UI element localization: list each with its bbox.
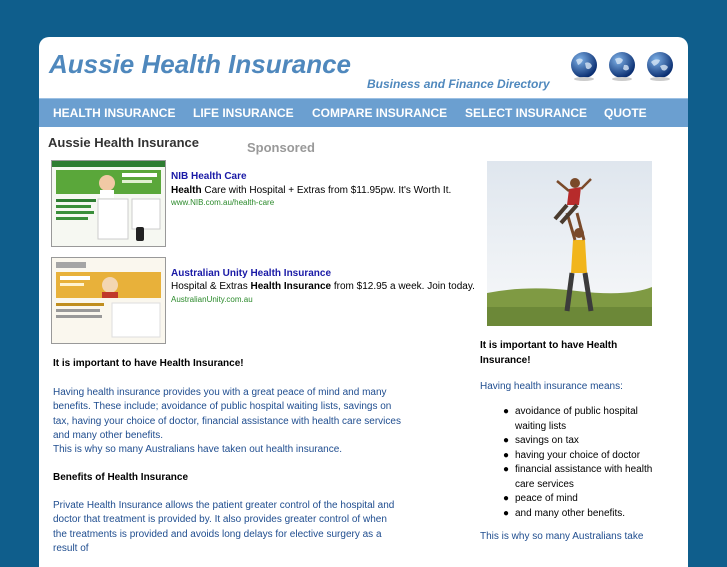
bullet-icon: ●	[503, 493, 510, 504]
ad-url-nib[interactable]: www.NIB.com.au/health-care	[171, 198, 274, 207]
sidebar-heading: It is important to have Health Insurance…	[480, 340, 618, 366]
site-header: Aussie Health Insurance Business and Fin…	[39, 37, 688, 97]
bullet-icon: ●	[503, 449, 510, 461]
list-item: ● financial assistance with health care s…	[480, 463, 660, 492]
site-tagline: Business and Finance Directory	[367, 77, 550, 91]
bullet-icon: ●	[503, 406, 510, 417]
ad-desc-bold: Health Insurance	[250, 281, 332, 292]
main-paragraph-private: Private Health Insurance allows the pati…	[53, 500, 395, 554]
list-item-text: financial assistance with health care se…	[515, 464, 653, 490]
list-item: ● and many other benefits.	[480, 507, 660, 522]
ad-desc-rest: Care with Hospital + Extras from $11.95p…	[201, 185, 452, 196]
page-card: Aussie Health Insurance Business and Fin…	[39, 37, 688, 567]
main-heading-important: It is important to have Health Insurance…	[53, 358, 244, 369]
nav-health-insurance[interactable]: HEALTH INSURANCE	[53, 106, 175, 120]
list-item: ● savings on tax	[480, 434, 660, 449]
ad-desc-post: from $12.95 a week. Join today.	[331, 281, 475, 292]
list-item: ● avoidance of public hospital waiting li…	[480, 405, 660, 434]
nav-select-insurance[interactable]: SELECT INSURANCE	[465, 106, 587, 120]
nav-compare-insurance[interactable]: COMPARE INSURANCE	[312, 106, 447, 120]
globe-icon	[571, 52, 597, 81]
nav-life-insurance[interactable]: LIFE INSURANCE	[193, 106, 294, 120]
bullet-icon: ●	[503, 464, 510, 475]
ad-link-australian-unity[interactable]: Australian Unity Health Insurance	[171, 268, 331, 279]
list-item-text: peace of mind	[515, 493, 578, 504]
sponsored-label: Sponsored	[247, 140, 315, 155]
bullet-icon: ●	[503, 435, 510, 446]
ad-link-nib[interactable]: NIB Health Care	[171, 171, 247, 182]
list-item-text: having your choice of doctor	[515, 449, 641, 461]
ad-desc-bold: Health	[171, 185, 202, 196]
site-title[interactable]: Aussie Health Insurance	[49, 49, 351, 80]
list-item: ● having your choice of doctor	[480, 449, 660, 464]
ad-url-australian-unity[interactable]: AustralianUnity.com.au	[171, 295, 253, 304]
sidebar-intro: Having health insurance means:	[480, 381, 623, 392]
nav-quote[interactable]: QUOTE	[604, 106, 647, 120]
list-item: ● peace of mind	[480, 492, 660, 507]
family-photo	[487, 161, 652, 326]
list-item-text: avoidance of public hospital waiting lis…	[515, 406, 638, 432]
ad-description-australian-unity: Hospital & Extras Health Insurance from …	[171, 281, 475, 292]
ad-desc-pre: Hospital & Extras	[171, 281, 251, 292]
main-heading-benefits: Benefits of Health Insurance	[53, 472, 189, 483]
ad-thumbnail-australian-unity[interactable]	[51, 257, 166, 344]
main-nav: HEALTH INSURANCE LIFE INSURANCE COMPARE …	[39, 98, 688, 127]
ad-description-nib: Health Care with Hospital + Extras from …	[171, 185, 451, 196]
sidebar-footer-text: This is why so many Australians take	[480, 531, 644, 542]
globe-icon	[647, 52, 673, 81]
main-paragraph-why: This is why so many Australians have tak…	[53, 444, 343, 455]
list-item-text: savings on tax	[515, 435, 579, 446]
globe-icon	[609, 52, 635, 81]
bullet-icon: ●	[503, 507, 510, 519]
ad-thumbnail-nib[interactable]	[51, 160, 166, 247]
main-paragraph-benefits: Having health insurance provides you wit…	[53, 387, 401, 441]
sidebar-benefits-list: ● avoidance of public hospital waiting li…	[480, 405, 660, 521]
list-item-text: and many other benefits.	[515, 507, 626, 519]
content-title: Aussie Health Insurance	[48, 135, 199, 150]
